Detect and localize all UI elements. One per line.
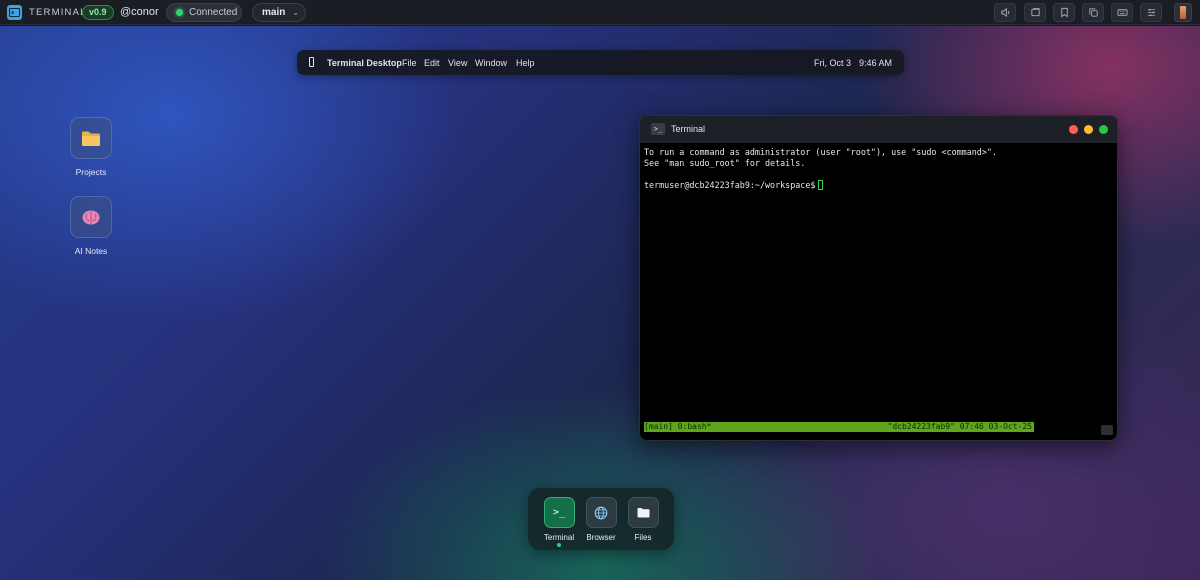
version-badge: v0.9 [82,5,114,20]
desktop-icon-label: Projects [75,167,107,177]
terminal-line: To run a command as administrator (user … [644,147,997,157]
window-button[interactable] [1024,3,1046,22]
terminal-glyph: >_ [552,507,566,518]
terminal-title: Terminal [671,124,706,134]
terminal-logo-icon [7,5,22,20]
connection-status: Connected [166,3,242,22]
menu-window[interactable]: Window [475,58,507,68]
menu-view[interactable]: View [448,58,467,68]
window-icon [1030,8,1040,17]
terminal-title-bar[interactable]: >_ Terminal [640,116,1117,143]
dock-item-label: Browser [586,533,616,542]
desktop-icon-ai-notes[interactable]: AI Notes [61,196,121,256]
bookmark-icon [1060,7,1068,18]
terminal-prompt-icon: >_ [651,123,665,135]
status-dot-icon [176,9,183,16]
username-label[interactable]: @conor [120,6,159,18]
branch-select[interactable]: main ⌄ [252,3,306,22]
menubar-date: Fri, Oct 3 [814,58,852,68]
menubar-time: 9:46 AM [859,58,893,68]
volume-button[interactable] [994,3,1016,22]
text-cursor [818,180,824,190]
dock-item-label: Files [634,533,652,542]
keyboard-icon [1116,9,1128,16]
settings-button[interactable] [1140,3,1162,22]
window-glyph-icon [309,57,314,67]
globe-icon [585,497,617,528]
terminal-prompt-icon: >_ [543,497,575,528]
maximize-window-button[interactable] [1099,125,1108,134]
chevron-down-icon: ⌄ [292,8,300,17]
menu-help[interactable]: Help [516,58,535,68]
branch-select-value: main [262,7,286,18]
dock-item-terminal[interactable]: >_ Terminal [539,497,579,542]
active-app-indicator [557,543,561,547]
terminal-line: See "man sudo_root" for details. [644,158,806,168]
terminal-prompt-line: termuser@dcb24223fab9:~/workspace$ [644,180,824,191]
minimize-window-button[interactable] [1084,125,1093,134]
active-app-name: Terminal Desktop [327,58,402,68]
top-bar: TERMINAL v0.9 @conor Connected main ⌄ [0,0,1200,25]
copy-icon [1088,8,1098,17]
resize-handle[interactable] [1101,425,1113,435]
brain-icon [70,196,112,238]
app-menu-bar: Terminal Desktop File Edit View Window H… [297,50,904,75]
dock-item-label: Terminal [543,533,575,542]
terminal-window[interactable]: >_ Terminal To run a command as administ… [639,115,1118,441]
dock-item-browser[interactable]: Browser [581,497,621,542]
bookmark-button[interactable] [1053,3,1075,22]
settings-sliders-icon [1147,8,1155,17]
desktop-icon-projects[interactable]: Projects [61,117,121,177]
terminal-output[interactable]: To run a command as administrator (user … [644,147,1110,437]
keyboard-button[interactable] [1111,3,1133,22]
desktop-icon-label: AI Notes [74,246,108,256]
folder-icon [627,497,659,528]
tmux-session-label: [main] 0:bash* [644,422,712,431]
tmux-status-bar: [main] 0:bash* "dcb24223fab9" 07:46 03-O… [644,422,1034,432]
tmux-host-time-label: "dcb24223fab9" 07:46 03-Oct-25 [887,422,1033,431]
copy-button[interactable] [1082,3,1104,22]
color-swatch-icon [1180,6,1186,19]
folder-icon [70,117,112,159]
menu-edit[interactable]: Edit [424,58,440,68]
close-window-button[interactable] [1069,125,1078,134]
brand-name: TERMINAL [29,7,87,18]
menu-file[interactable]: File [402,58,417,68]
desktop: Terminal Desktop File Edit View Window H… [0,26,1200,580]
volume-icon [1000,7,1009,18]
theme-swatch-button[interactable] [1174,3,1192,22]
terminal-prompt: termuser@dcb24223fab9:~/workspace$ [644,180,816,190]
dock-item-files[interactable]: Files [623,497,663,542]
connection-status-label: Connected [189,7,238,18]
dock: >_ Terminal Browser Files [528,488,674,550]
